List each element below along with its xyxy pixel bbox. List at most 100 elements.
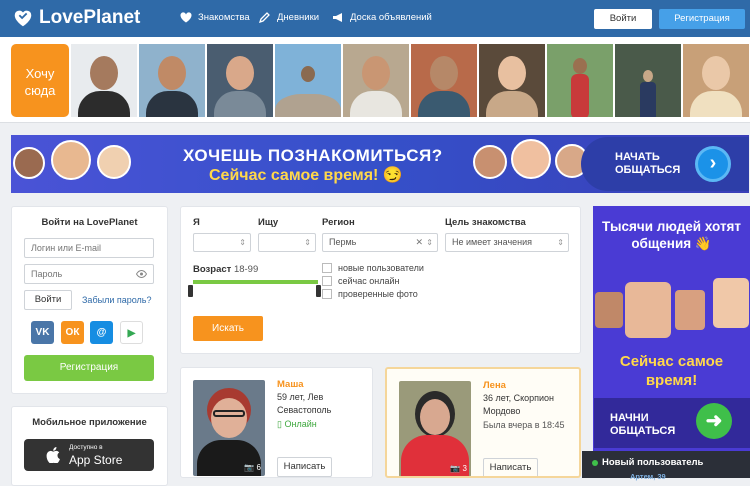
age-range: 18-99 bbox=[233, 264, 259, 275]
promo-banner[interactable]: ХОЧЕШЬ ПОЗНАКОМИТЬСЯ? Сейчас самое время… bbox=[11, 135, 749, 193]
profile-name[interactable]: Маша bbox=[277, 379, 304, 390]
chevron-right-icon: › bbox=[695, 146, 731, 182]
strip-photo[interactable] bbox=[71, 44, 137, 117]
nav-diaries[interactable]: Дневники bbox=[259, 12, 319, 23]
strip-photo[interactable] bbox=[547, 44, 613, 117]
clear-icon[interactable]: ✕ bbox=[415, 234, 423, 251]
age-slider-handle-min[interactable] bbox=[188, 285, 193, 297]
search-button[interactable]: Искать bbox=[193, 316, 263, 341]
write-button[interactable]: Написать bbox=[483, 458, 538, 476]
profile-photo[interactable]: 📷 6 bbox=[193, 380, 265, 476]
right-ad-headline: Тысячи людей хотят общения 👋 bbox=[601, 219, 742, 251]
i-am-select[interactable]: ⇕ bbox=[193, 233, 251, 252]
apple-icon bbox=[46, 447, 60, 463]
profile-card[interactable]: 📷 6 Маша 59 лет, Лев Севастополь ▯ Онлай… bbox=[180, 367, 373, 478]
nav-dating[interactable]: Знакомства bbox=[180, 12, 250, 23]
want-here-button[interactable]: Хочу сюда bbox=[11, 44, 69, 117]
sort-arrows-icon: ⇕ bbox=[304, 238, 311, 247]
banner-avatar bbox=[473, 145, 507, 179]
goal-select[interactable]: Не имеет значения ⇕ bbox=[445, 233, 569, 252]
verified-photo-label: проверенные фото bbox=[338, 289, 418, 299]
i-am-label: Я bbox=[193, 217, 200, 228]
new-user-popup[interactable]: Новый пользователь Артем, 39 bbox=[582, 451, 750, 481]
online-now-checkbox[interactable] bbox=[322, 276, 332, 286]
strip-photo[interactable] bbox=[479, 44, 545, 117]
app-store-button[interactable]: Доступно в App Store bbox=[24, 439, 154, 471]
strip-photo[interactable] bbox=[411, 44, 477, 117]
profile-age-sign: 36 лет, Скорпион bbox=[483, 393, 555, 403]
app-store-big: App Store bbox=[69, 453, 123, 467]
strip-photo[interactable] bbox=[683, 44, 749, 117]
strip-photo[interactable] bbox=[343, 44, 409, 117]
right-ad-subline: Сейчас самое время! bbox=[619, 353, 724, 389]
vk-icon[interactable]: VK bbox=[31, 321, 54, 344]
google-play-icon[interactable]: ▶ bbox=[120, 321, 143, 344]
ad-photo bbox=[713, 278, 749, 328]
new-user-name[interactable]: Артем, 39 bbox=[630, 472, 666, 481]
megaphone-icon bbox=[333, 13, 342, 22]
banner-cta-label: НАЧАТЬ ОБЩАТЬСЯ bbox=[615, 151, 681, 176]
verified-photo-checkbox[interactable] bbox=[322, 289, 332, 299]
photo-count-value: 6 bbox=[256, 463, 261, 472]
register-button[interactable]: Регистрация bbox=[659, 9, 745, 29]
banner-avatar bbox=[13, 147, 45, 179]
logo[interactable]: LovePlanet bbox=[12, 7, 140, 29]
heart-icon bbox=[180, 12, 192, 23]
mail-ru-icon[interactable]: @ bbox=[90, 321, 113, 344]
age-slider-handle-max[interactable] bbox=[316, 285, 321, 297]
online-status-text: Онлайн bbox=[284, 419, 317, 429]
eye-icon[interactable] bbox=[136, 270, 147, 278]
nav-diaries-label: Дневники bbox=[277, 12, 320, 23]
login-button[interactable]: Войти bbox=[594, 9, 652, 29]
age-label-text: Возраст bbox=[193, 264, 232, 275]
profile-city: Мордово bbox=[483, 406, 521, 416]
online-status: ▯ Онлайн bbox=[277, 419, 317, 430]
heart-logo-icon bbox=[14, 10, 32, 27]
arrow-right-icon: ➜ bbox=[696, 403, 732, 439]
sort-arrows-icon: ⇕ bbox=[239, 238, 246, 247]
sort-arrows-icon: ⇕ bbox=[426, 238, 433, 247]
online-dot-icon bbox=[592, 460, 598, 466]
profile-card[interactable]: 📷 3 Лена 36 лет, Скорпион Мордово Была в… bbox=[385, 367, 581, 478]
login-input[interactable] bbox=[24, 238, 154, 258]
register-button-panel[interactable]: Регистрация bbox=[24, 355, 154, 381]
banner-avatar bbox=[97, 145, 131, 179]
banner-cta[interactable]: НАЧАТЬ ОБЩАТЬСЯ › bbox=[581, 137, 749, 191]
ad-photo bbox=[595, 292, 623, 328]
right-ad-cta[interactable]: НАЧНИ ОБЩАТЬСЯ ➜ bbox=[594, 398, 750, 448]
strip-photo[interactable] bbox=[139, 44, 205, 117]
odnoklassniki-icon[interactable]: ОК bbox=[61, 321, 84, 344]
last-seen-status: Была вчера в 18:45 bbox=[483, 420, 565, 430]
profile-photo[interactable]: 📷 3 bbox=[399, 381, 471, 476]
logo-text: LovePlanet bbox=[39, 7, 141, 28]
write-button[interactable]: Написать bbox=[277, 457, 332, 477]
region-label: Регион bbox=[322, 217, 355, 228]
new-users-label: новые пользователи bbox=[338, 263, 424, 273]
forgot-password-link[interactable]: Забыли пароль? bbox=[82, 295, 151, 305]
nav-ads-label: Доска объявлений bbox=[350, 12, 432, 23]
ad-photo bbox=[675, 290, 705, 330]
age-slider-track[interactable] bbox=[193, 280, 318, 284]
mobile-app-title: Мобильное приложение bbox=[32, 417, 147, 428]
strip-photo[interactable] bbox=[615, 44, 681, 117]
goal-value: Не имеет значения bbox=[452, 237, 533, 247]
banner-avatar bbox=[51, 140, 91, 180]
strip-photo[interactable] bbox=[275, 44, 341, 117]
profile-age-sign: 59 лет, Лев bbox=[277, 392, 324, 402]
pencil-icon bbox=[259, 12, 270, 23]
profile-name[interactable]: Лена bbox=[483, 380, 506, 391]
region-select[interactable]: Пермь ✕ ⇕ bbox=[322, 233, 438, 252]
login-submit-button[interactable]: Войти bbox=[24, 290, 72, 310]
app-store-small: Доступно в bbox=[69, 444, 103, 451]
sort-arrows-icon: ⇕ bbox=[557, 238, 564, 247]
looking-for-select[interactable]: ⇕ bbox=[258, 233, 316, 252]
banner-subline: Сейчас самое время! 😏 bbox=[209, 167, 403, 184]
region-value: Пермь bbox=[329, 237, 357, 247]
banner-avatar bbox=[511, 139, 551, 179]
photo-count-value: 3 bbox=[462, 464, 467, 473]
password-input[interactable] bbox=[24, 264, 154, 284]
nav-ads-board[interactable]: Доска объявлений bbox=[332, 12, 432, 23]
looking-for-label: Ищу bbox=[258, 217, 279, 228]
strip-photo[interactable] bbox=[207, 44, 273, 117]
new-users-checkbox[interactable] bbox=[322, 263, 332, 273]
